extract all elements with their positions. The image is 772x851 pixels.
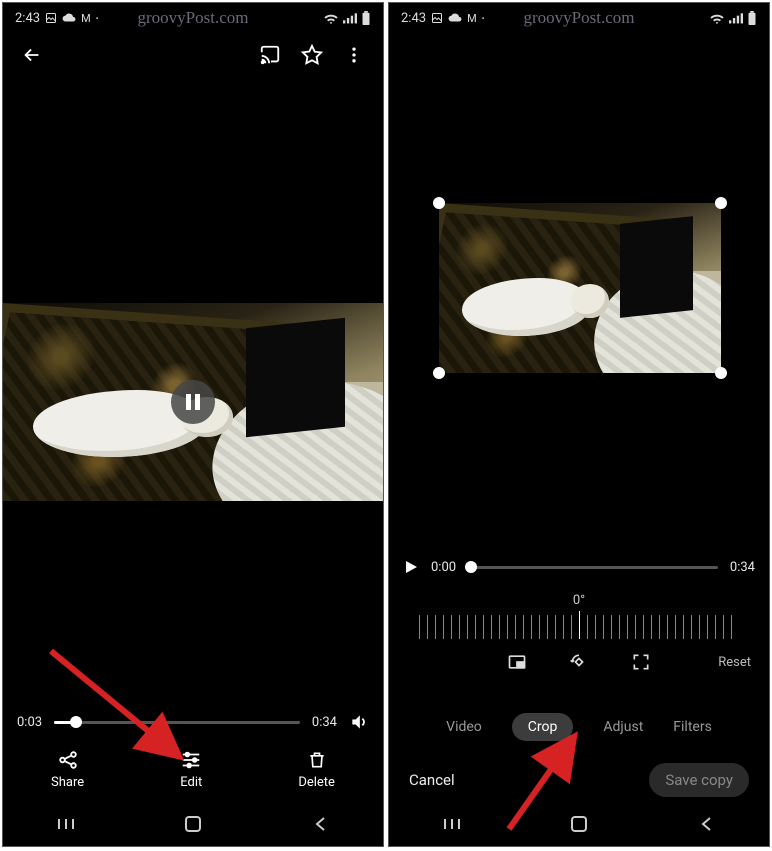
edit-tabs: Video Crop Adjust Filters <box>389 713 769 741</box>
bottom-actions: Share Edit Delete <box>3 738 383 800</box>
status-bar: 2:43 M • groovyPost.com <box>389 3 769 33</box>
status-right <box>323 11 371 25</box>
save-copy-button[interactable]: Save copy <box>649 763 749 797</box>
status-right <box>709 11 757 25</box>
tab-adjust[interactable]: Adjust <box>603 719 643 735</box>
status-left: 2:43 M • <box>401 11 484 26</box>
nav-recent[interactable] <box>56 814 76 834</box>
crop-handle-tr[interactable] <box>715 197 727 209</box>
share-icon <box>57 749 79 771</box>
nav-home[interactable] <box>183 814 203 834</box>
current-time: 0:00 <box>431 560 456 575</box>
cloud-icon <box>448 12 462 24</box>
reset-button[interactable]: Reset <box>718 655 751 670</box>
dot-icon: • <box>96 14 99 23</box>
nav-back[interactable] <box>696 814 716 834</box>
top-actions <box>3 33 383 77</box>
watermark-text: groovyPost.com <box>138 8 249 28</box>
status-bar: 2:43 M • groovyPost.com <box>3 3 383 33</box>
nav-home[interactable] <box>569 814 589 834</box>
battery-icon <box>747 11 757 25</box>
phone-right: 2:43 M • groovyPost.com <box>388 2 770 847</box>
android-navbar <box>3 808 383 840</box>
editor-footer: Cancel Save copy <box>389 763 769 797</box>
cloud-icon <box>62 12 76 24</box>
back-button[interactable] <box>17 40 47 70</box>
total-time: 0:34 <box>312 715 337 730</box>
rotate-button[interactable] <box>568 651 590 673</box>
favorite-icon[interactable] <box>297 40 327 70</box>
expand-button[interactable] <box>630 651 652 673</box>
status-time: 2:43 <box>401 11 426 26</box>
play-icon[interactable] <box>403 559 419 575</box>
dot-icon: • <box>482 14 485 23</box>
picture-icon <box>431 12 443 24</box>
total-time: 0:34 <box>730 560 755 575</box>
gmail-icon: M <box>467 12 477 25</box>
share-label: Share <box>51 775 84 790</box>
aspect-ratio-button[interactable] <box>506 651 528 673</box>
wifi-icon <box>323 12 339 24</box>
trash-icon <box>306 749 328 771</box>
cast-icon[interactable] <box>255 40 285 70</box>
gmail-icon: M <box>81 12 91 25</box>
status-time: 2:43 <box>15 11 40 26</box>
nav-recent[interactable] <box>442 814 462 834</box>
cancel-button[interactable]: Cancel <box>409 771 455 789</box>
pause-button[interactable] <box>171 380 215 424</box>
picture-icon <box>45 12 57 24</box>
status-left: 2:43 M • <box>15 11 98 26</box>
playback-bar: 0:00 0:34 <box>389 559 769 575</box>
edit-button[interactable]: Edit <box>180 749 202 790</box>
more-icon[interactable] <box>339 40 369 70</box>
phone-left: 2:43 M • groovyPost.com <box>2 2 384 847</box>
crop-tools: Reset <box>389 651 769 673</box>
edit-icon <box>180 749 202 771</box>
current-time: 0:03 <box>17 715 42 730</box>
playback-bar: 0:03 0:34 <box>3 712 383 732</box>
edit-label: Edit <box>180 775 202 790</box>
crop-handle-tl[interactable] <box>433 197 445 209</box>
tab-filters[interactable]: Filters <box>673 719 712 735</box>
rotation-degree: 0° <box>389 593 769 608</box>
nav-back[interactable] <box>310 814 330 834</box>
delete-label: Delete <box>298 775 335 790</box>
crop-handle-bl[interactable] <box>433 367 445 379</box>
share-button[interactable]: Share <box>51 749 84 790</box>
signal-icon <box>343 12 357 24</box>
tab-video[interactable]: Video <box>446 719 482 735</box>
wifi-icon <box>709 12 725 24</box>
seek-track[interactable] <box>468 566 718 569</box>
crop-handle-br[interactable] <box>715 367 727 379</box>
signal-icon <box>729 12 743 24</box>
tab-crop[interactable]: Crop <box>512 713 574 741</box>
delete-button[interactable]: Delete <box>298 749 335 790</box>
watermark-text: groovyPost.com <box>524 8 635 28</box>
crop-preview[interactable] <box>439 203 721 373</box>
video-preview[interactable] <box>3 303 383 501</box>
battery-icon <box>361 11 371 25</box>
android-navbar <box>389 808 769 840</box>
volume-icon[interactable] <box>349 712 369 732</box>
rotation-ruler[interactable] <box>419 615 739 639</box>
seek-track[interactable] <box>54 721 300 724</box>
